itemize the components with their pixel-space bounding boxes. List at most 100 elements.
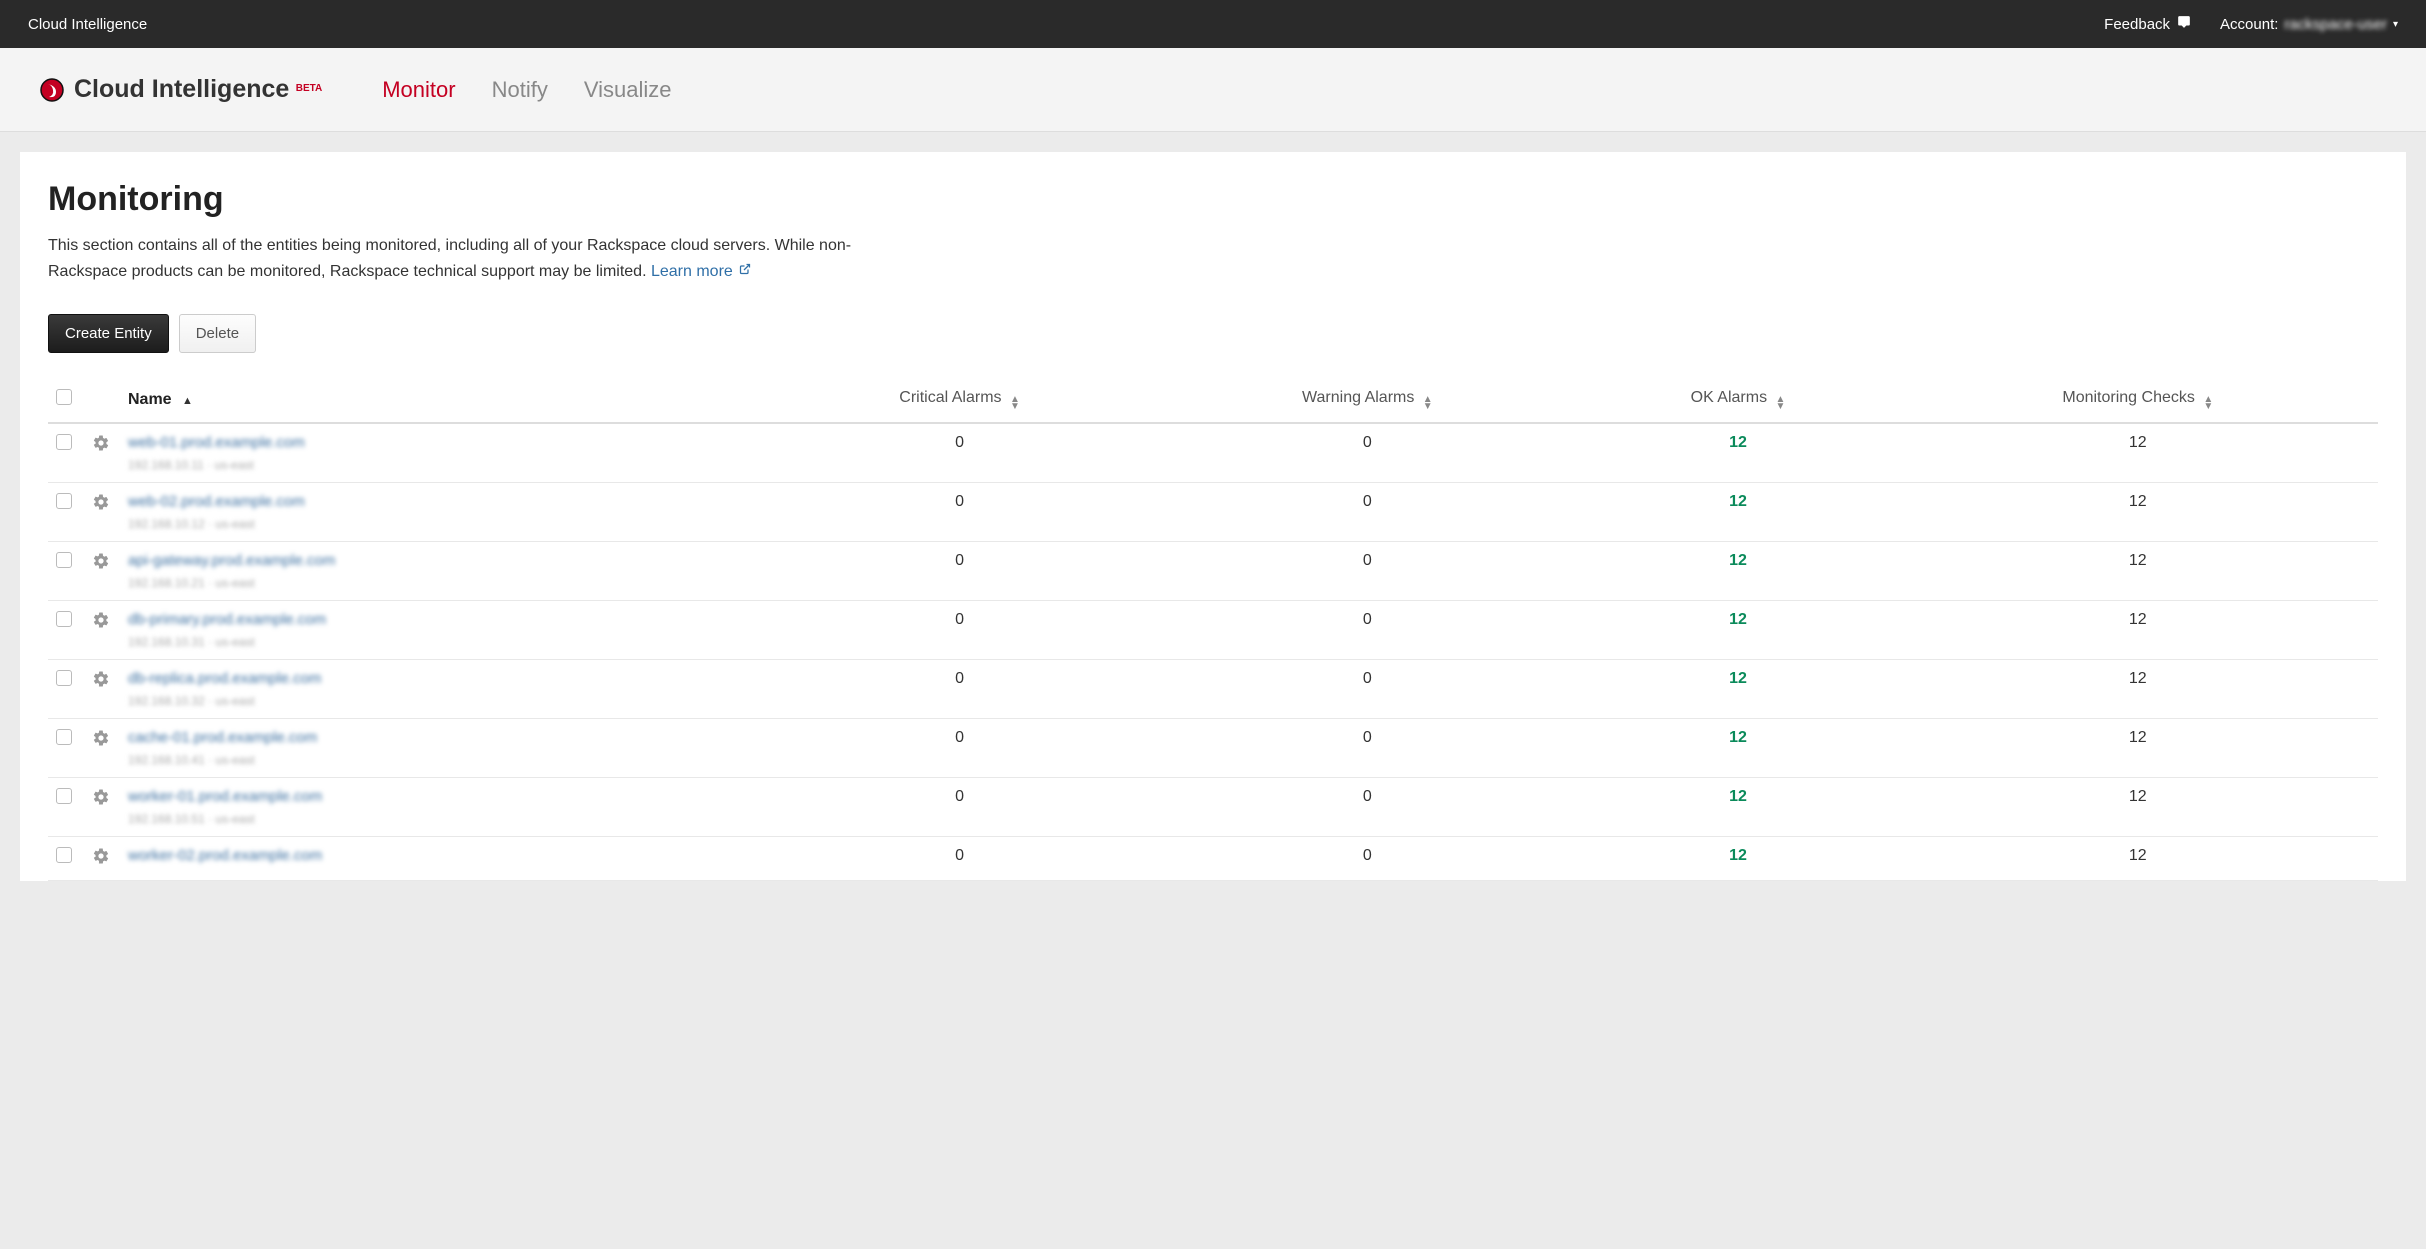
- cell-critical: 0: [763, 837, 1156, 881]
- cell-checks: 12: [1898, 423, 2378, 483]
- cell-critical: 0: [763, 423, 1156, 483]
- entity-subtext: 192.168.10.41 · us-east: [128, 753, 755, 767]
- topbar-brand[interactable]: Cloud Intelligence: [28, 16, 147, 33]
- action-buttons: Create Entity Delete: [48, 314, 2378, 353]
- sort-ascending-icon: ▲: [182, 395, 193, 407]
- cell-warning: 0: [1156, 778, 1578, 837]
- row-checkbox[interactable]: [56, 493, 72, 509]
- gear-icon[interactable]: [92, 498, 110, 515]
- tab-monitor[interactable]: Monitor: [382, 77, 455, 103]
- table-row: cache-01.prod.example.com 192.168.10.41 ·…: [48, 719, 2378, 778]
- cell-warning: 0: [1156, 483, 1578, 542]
- row-checkbox[interactable]: [56, 434, 72, 450]
- cell-ok: 12: [1729, 729, 1747, 746]
- account-value: rackspace-user: [2284, 16, 2387, 33]
- external-link-icon: [739, 263, 751, 278]
- learn-more-link[interactable]: Learn more: [651, 263, 751, 280]
- entity-name-link[interactable]: db-primary.prod.example.com: [128, 611, 326, 628]
- cell-checks: 12: [1898, 660, 2378, 719]
- beta-badge: BETA: [296, 83, 322, 94]
- cell-ok: 12: [1729, 847, 1747, 864]
- sort-icon: ▲▼: [2203, 396, 2213, 410]
- col-warning[interactable]: Warning Alarms ▲▼: [1156, 377, 1578, 423]
- brand-text: Cloud Intelligence: [74, 75, 289, 103]
- col-ok-label: OK Alarms: [1691, 389, 1767, 406]
- table-row: db-primary.prod.example.com 192.168.10.31…: [48, 601, 2378, 660]
- gear-icon[interactable]: [92, 675, 110, 692]
- table-row: worker-01.prod.example.com192.168.10.51 …: [48, 778, 2378, 837]
- entity-subtext: 192.168.10.31 · us-east: [128, 635, 755, 649]
- create-entity-button[interactable]: Create Entity: [48, 314, 169, 353]
- entities-table: Name ▲ Critical Alarms ▲▼ Warning Alarms…: [48, 377, 2378, 881]
- table-row: worker-02.prod.example.com 00 12 12: [48, 837, 2378, 881]
- row-checkbox[interactable]: [56, 729, 72, 745]
- col-ok[interactable]: OK Alarms ▲▼: [1579, 377, 1898, 423]
- topbar-brand-text: Cloud Intelligence: [28, 16, 147, 33]
- subheader: Cloud Intelligence BETA Monitor Notify V…: [0, 48, 2426, 132]
- table-row: db-replica.prod.example.com192.168.10.32…: [48, 660, 2378, 719]
- entity-subtext: 192.168.10.11 · us-east: [128, 458, 755, 472]
- delete-button[interactable]: Delete: [179, 314, 256, 353]
- main-panel: Monitoring This section contains all of …: [20, 152, 2406, 881]
- tab-notify[interactable]: Notify: [492, 77, 548, 103]
- cell-checks: 12: [1898, 601, 2378, 660]
- sort-icon: ▲▼: [1010, 396, 1020, 410]
- cell-critical: 0: [763, 542, 1156, 601]
- cell-ok: 12: [1729, 788, 1747, 805]
- table-row: web-01.prod.example.com 192.168.10.11 · u…: [48, 423, 2378, 483]
- cell-warning: 0: [1156, 542, 1578, 601]
- cell-ok: 12: [1729, 552, 1747, 569]
- nav-tabs: Monitor Notify Visualize: [382, 77, 671, 103]
- feedback-label: Feedback: [2104, 16, 2170, 33]
- col-warning-label: Warning Alarms: [1302, 389, 1414, 406]
- col-checks[interactable]: Monitoring Checks ▲▼: [1898, 377, 2378, 423]
- col-critical[interactable]: Critical Alarms ▲▼: [763, 377, 1156, 423]
- entity-name-link[interactable]: db-replica.prod.example.com: [128, 670, 321, 687]
- entity-name-link[interactable]: worker-02.prod.example.com: [128, 847, 322, 864]
- account-menu[interactable]: Account: rackspace-user ▾: [2220, 16, 2398, 33]
- col-checks-label: Monitoring Checks: [2062, 389, 2195, 406]
- cell-warning: 0: [1156, 719, 1578, 778]
- brand-logo-icon: [40, 78, 64, 102]
- cell-critical: 0: [763, 483, 1156, 542]
- col-critical-label: Critical Alarms: [899, 389, 1001, 406]
- entity-subtext: 192.168.10.21 · us-east: [128, 576, 755, 590]
- sort-icon: ▲▼: [1776, 396, 1786, 410]
- learn-more-text: Learn more: [651, 263, 733, 280]
- select-all-checkbox[interactable]: [56, 389, 72, 405]
- cell-checks: 12: [1898, 837, 2378, 881]
- tab-visualize[interactable]: Visualize: [584, 77, 672, 103]
- row-checkbox[interactable]: [56, 552, 72, 568]
- entity-name-link[interactable]: worker-01.prod.example.com: [128, 788, 322, 805]
- row-checkbox[interactable]: [56, 670, 72, 686]
- feedback-link[interactable]: Feedback: [2104, 15, 2192, 33]
- cell-warning: 0: [1156, 660, 1578, 719]
- cell-warning: 0: [1156, 423, 1578, 483]
- cell-ok: 12: [1729, 611, 1747, 628]
- cell-critical: 0: [763, 660, 1156, 719]
- table-row: web-02.prod.example.com192.168.10.12 · u…: [48, 483, 2378, 542]
- row-checkbox[interactable]: [56, 847, 72, 863]
- entity-name-link[interactable]: cache-01.prod.example.com: [128, 729, 317, 746]
- col-name-label: Name: [128, 391, 172, 408]
- row-checkbox[interactable]: [56, 611, 72, 627]
- entity-name-link[interactable]: web-02.prod.example.com: [128, 493, 305, 510]
- cell-checks: 12: [1898, 778, 2378, 837]
- col-name[interactable]: Name ▲: [120, 377, 763, 423]
- cell-warning: 0: [1156, 601, 1578, 660]
- gear-icon[interactable]: [92, 439, 110, 456]
- cell-critical: 0: [763, 719, 1156, 778]
- cell-checks: 12: [1898, 542, 2378, 601]
- cell-ok: 12: [1729, 670, 1747, 687]
- gear-icon[interactable]: [92, 793, 110, 810]
- entity-name-link[interactable]: web-01.prod.example.com: [128, 434, 305, 451]
- gear-icon[interactable]: [92, 852, 110, 869]
- brand[interactable]: Cloud Intelligence BETA: [40, 75, 322, 104]
- gear-icon[interactable]: [92, 734, 110, 751]
- row-checkbox[interactable]: [56, 788, 72, 804]
- entity-name-link[interactable]: api-gateway.prod.example.com: [128, 552, 335, 569]
- gear-icon[interactable]: [92, 557, 110, 574]
- cell-warning: 0: [1156, 837, 1578, 881]
- gear-icon[interactable]: [92, 616, 110, 633]
- cell-ok: 12: [1729, 493, 1747, 510]
